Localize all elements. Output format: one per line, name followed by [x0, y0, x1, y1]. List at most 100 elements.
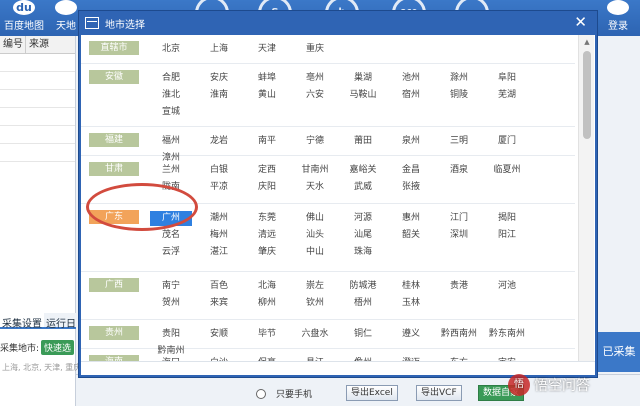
province-badge[interactable]: 甘肃 [89, 162, 139, 176]
city-option[interactable]: 毕节 [243, 326, 291, 343]
city-option[interactable]: 黄山 [243, 87, 291, 104]
city-option[interactable]: 桂林 [387, 278, 435, 295]
city-option[interactable]: 滁州 [435, 70, 483, 87]
city-option[interactable]: 潮州 [195, 210, 243, 227]
province-badge[interactable]: 直辖市 [89, 41, 139, 55]
tab-collect-settings[interactable]: 采集设置 [0, 313, 44, 330]
city-option[interactable]: 金昌 [387, 162, 435, 179]
city-option[interactable]: 泉州 [387, 133, 435, 150]
province-badge[interactable]: 安徽 [89, 70, 139, 84]
city-option[interactable]: 深圳 [435, 227, 483, 244]
city-option[interactable]: 重庆 [291, 41, 339, 58]
city-option[interactable]: 陇南 [147, 179, 195, 196]
quick-select-button[interactable]: 快速选 [41, 339, 75, 355]
close-icon[interactable]: ✕ [574, 14, 587, 30]
city-option[interactable]: 惠州 [387, 210, 435, 227]
dialog-scrollbar[interactable]: ▲ ▼ [578, 35, 594, 375]
city-option[interactable]: 珠海 [339, 244, 387, 261]
city-option[interactable]: 福州 [147, 133, 195, 150]
column-id[interactable]: 编号 [0, 36, 26, 53]
scrollbar-thumb[interactable] [583, 51, 591, 139]
city-option[interactable]: 北京 [147, 41, 195, 58]
city-option[interactable]: 阜阳 [483, 70, 531, 87]
city-option[interactable]: 甘南州 [291, 162, 339, 179]
city-option[interactable]: 柳州 [243, 295, 291, 312]
city-option[interactable]: 六安 [291, 87, 339, 104]
city-option[interactable]: 贵阳 [147, 326, 195, 343]
city-option[interactable]: 黔东南州 [483, 326, 531, 343]
city-option[interactable]: 上海 [195, 41, 243, 58]
city-option[interactable]: 宁德 [291, 133, 339, 150]
tab-run-log[interactable]: 运行日 [44, 313, 78, 330]
city-option[interactable]: 南平 [243, 133, 291, 150]
city-option[interactable]: 揭阳 [483, 210, 531, 227]
province-badge[interactable]: 福建 [89, 133, 139, 147]
city-option[interactable]: 钦州 [291, 295, 339, 312]
city-option[interactable]: 张掖 [387, 179, 435, 196]
city-option[interactable]: 防城港 [339, 278, 387, 295]
city-option[interactable]: 定西 [243, 162, 291, 179]
export-excel-button[interactable]: 导出Excel [346, 385, 398, 401]
city-option[interactable]: 肇庆 [243, 244, 291, 261]
city-option[interactable]: 来宾 [195, 295, 243, 312]
city-option[interactable]: 马鞍山 [339, 87, 387, 104]
city-option[interactable]: 芜湖 [483, 87, 531, 104]
city-option[interactable]: 广州 [150, 211, 192, 226]
city-option[interactable]: 中山 [291, 244, 339, 261]
city-option[interactable]: 淮北 [147, 87, 195, 104]
city-option[interactable]: 武威 [339, 179, 387, 196]
city-option[interactable]: 韶关 [387, 227, 435, 244]
city-option[interactable]: 龙岩 [195, 133, 243, 150]
city-option[interactable]: 黔西南州 [435, 326, 483, 343]
city-option[interactable]: 云浮 [147, 244, 195, 261]
city-option[interactable]: 梅州 [195, 227, 243, 244]
province-badge[interactable]: 贵州 [89, 326, 139, 340]
city-option[interactable]: 厦门 [483, 133, 531, 150]
city-option[interactable]: 嘉峪关 [339, 162, 387, 179]
city-option[interactable]: 东莞 [243, 210, 291, 227]
city-option[interactable]: 蚌埠 [243, 70, 291, 87]
city-option[interactable]: 天津 [243, 41, 291, 58]
city-option[interactable]: 阳江 [483, 227, 531, 244]
city-option[interactable]: 汕头 [291, 227, 339, 244]
city-option[interactable]: 巢湖 [339, 70, 387, 87]
city-option[interactable]: 贺州 [147, 295, 195, 312]
city-option[interactable]: 崇左 [291, 278, 339, 295]
city-option[interactable]: 合肥 [147, 70, 195, 87]
city-option[interactable]: 玉林 [387, 295, 435, 312]
city-option[interactable]: 六盘水 [291, 326, 339, 343]
city-option[interactable]: 莆田 [339, 133, 387, 150]
city-option[interactable]: 淮南 [195, 87, 243, 104]
radio-button[interactable] [256, 388, 266, 399]
export-vcf-button[interactable]: 导出VCF [416, 385, 462, 401]
city-option[interactable]: 池州 [387, 70, 435, 87]
city-option[interactable]: 贵港 [435, 278, 483, 295]
city-option[interactable]: 汕尾 [339, 227, 387, 244]
city-option[interactable]: 铜陵 [435, 87, 483, 104]
city-option[interactable]: 清远 [243, 227, 291, 244]
city-option[interactable]: 安庆 [195, 70, 243, 87]
city-option[interactable]: 三明 [435, 133, 483, 150]
column-source[interactable]: 来源 [26, 36, 52, 53]
city-option[interactable]: 北海 [243, 278, 291, 295]
login-button[interactable]: 登录 [596, 0, 640, 36]
city-option[interactable]: 河源 [339, 210, 387, 227]
only-mobile-option[interactable]: 只要手机 [256, 387, 312, 400]
city-option[interactable]: 茂名 [147, 227, 195, 244]
city-option[interactable]: 庆阳 [243, 179, 291, 196]
city-option[interactable]: 遵义 [387, 326, 435, 343]
city-option[interactable]: 白银 [195, 162, 243, 179]
city-option[interactable]: 临夏州 [483, 162, 531, 179]
city-option[interactable]: 亳州 [291, 70, 339, 87]
city-option[interactable]: 梧州 [339, 295, 387, 312]
scroll-up-icon[interactable]: ▲ [579, 35, 595, 49]
city-option[interactable]: 河池 [483, 278, 531, 295]
province-badge[interactable]: 广西 [89, 278, 139, 292]
city-option[interactable]: 佛山 [291, 210, 339, 227]
city-option[interactable]: 铜仁 [339, 326, 387, 343]
province-badge[interactable]: 广东 [89, 210, 139, 224]
city-option[interactable]: 宣城 [147, 104, 195, 121]
city-option[interactable]: 兰州 [147, 162, 195, 179]
city-option[interactable]: 宿州 [387, 87, 435, 104]
baidu-map-button[interactable]: du 百度地图 [0, 0, 48, 36]
